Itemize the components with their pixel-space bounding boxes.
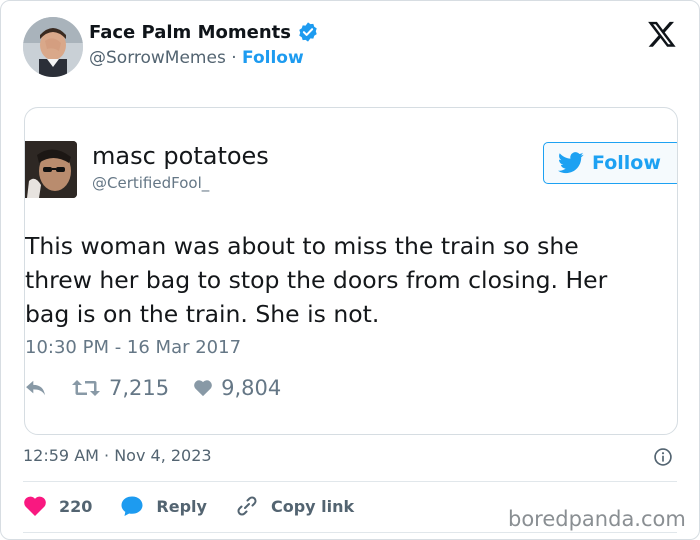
quoted-tweet-time: 10:30 PM - 16 Mar 2017 — [25, 337, 242, 358]
info-icon[interactable] — [653, 447, 673, 467]
verified-badge-icon — [299, 22, 317, 42]
reply-arrow-icon — [26, 380, 45, 396]
heart-icon — [24, 496, 46, 516]
copy-link-button[interactable]: Copy link — [235, 491, 354, 521]
author-handle-row: @SorrowMemes · Follow — [89, 48, 304, 68]
quoted-author-name: masc potatoes — [92, 142, 269, 170]
author-name-row: Face Palm Moments — [89, 21, 319, 43]
post-actions-bar: 220 Reply Copy link — [23, 491, 382, 521]
quoted-tweet-text: This woman was about to miss the train s… — [25, 232, 608, 328]
author-handle[interactable]: @SorrowMemes — [89, 48, 226, 68]
reply-button[interactable]: Reply — [120, 491, 207, 521]
embedded-post-card: Face Palm Moments @SorrowMemes · Follow … — [0, 0, 700, 540]
copy-link-label: Copy link — [270, 496, 355, 516]
quoted-follow-button: Follow — [543, 142, 677, 184]
reply-stat — [25, 379, 47, 397]
quoted-author-handle: @CertifiedFool_ — [92, 174, 210, 192]
bird-icon — [558, 152, 584, 174]
bottom-divider — [23, 532, 677, 533]
author-display-name[interactable]: Face Palm Moments — [89, 22, 291, 43]
handle-separator: · — [231, 48, 237, 68]
like-count: 9,804 — [221, 376, 282, 400]
follow-link[interactable]: Follow — [242, 48, 304, 68]
watermark: boredpanda.com — [506, 507, 688, 531]
quoted-tweet-screenshot[interactable]: masc potatoes @CertifiedFool_ Follow Thi… — [24, 107, 678, 435]
retweet-count: 7,215 — [109, 376, 170, 400]
link-icon — [237, 496, 257, 516]
speech-bubble-icon — [121, 496, 143, 516]
x-logo-icon[interactable] — [647, 19, 677, 49]
author-avatar[interactable] — [23, 17, 83, 77]
like-count-label: 220 — [59, 496, 93, 516]
like-button[interactable]: 220 — [23, 491, 92, 521]
quoted-author-avatar — [25, 141, 77, 198]
quoted-tweet-stats: 7,215 9,804 — [25, 376, 305, 400]
quoted-follow-label: Follow — [592, 152, 661, 174]
reply-label: Reply — [156, 496, 207, 516]
divider — [23, 481, 677, 482]
retweet-icon — [72, 380, 100, 396]
heart-icon — [194, 380, 212, 397]
retweet-stat: 7,215 — [71, 376, 169, 400]
post-timestamp[interactable]: 12:59 AM · Nov 4, 2023 — [23, 446, 212, 465]
like-stat: 9,804 — [193, 376, 281, 400]
